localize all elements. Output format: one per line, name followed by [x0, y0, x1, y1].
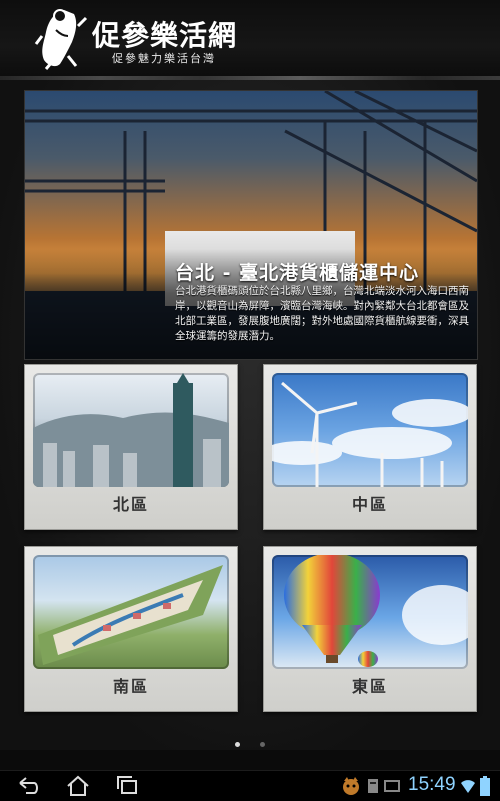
status-clock: 15:49 [408, 774, 456, 795]
region-label: 東區 [351, 677, 388, 696]
taiwan-figure-logo-icon [34, 9, 88, 70]
east-region-photo [272, 555, 468, 669]
region-card-east[interactable]: 東區 [263, 546, 477, 712]
back-icon[interactable] [14, 775, 42, 797]
region-label: 南區 [112, 677, 149, 696]
south-region-photo [33, 555, 229, 669]
battery-icon [480, 776, 490, 796]
page-dot[interactable] [259, 742, 265, 747]
region-card-central[interactable]: 中區 [263, 364, 477, 530]
region-label: 中區 [351, 495, 388, 514]
region-card-south[interactable]: 南區 [24, 546, 238, 712]
app-subtitle: 促參魅力樂活台灣 [112, 52, 216, 65]
home-icon[interactable] [64, 775, 92, 797]
page-dot-active[interactable] [235, 742, 241, 747]
banner-title: 台北 - 臺北港貨櫃儲運中心 [175, 262, 420, 284]
notification-icon[interactable] [340, 775, 362, 797]
notification-icon[interactable] [366, 777, 380, 795]
page-indicator [0, 732, 500, 751]
north-region-photo [33, 373, 229, 487]
wifi-icon [461, 780, 475, 793]
region-card-north[interactable]: 北區 [24, 364, 238, 530]
notification-icon[interactable] [384, 778, 400, 794]
central-region-photo [272, 373, 468, 487]
featured-banner[interactable]: 台北 - 臺北港貨櫃儲運中心 台北港貨櫃碼頭位於台北縣八里鄉，台灣北端淡水河入海… [24, 90, 478, 360]
app-header: 促參樂活網 促參魅力樂活台灣 [0, 0, 500, 78]
recent-apps-icon[interactable] [114, 775, 142, 797]
region-label: 北區 [112, 495, 149, 514]
system-navigation-bar: 15:49 [0, 770, 500, 801]
app-title: 促參樂活網 [92, 19, 238, 52]
banner-description: 台北港貨櫃碼頭位於台北縣八里鄉，台灣北端淡水河入海口西南岸，以觀音山為屏障，濱臨… [175, 285, 469, 342]
